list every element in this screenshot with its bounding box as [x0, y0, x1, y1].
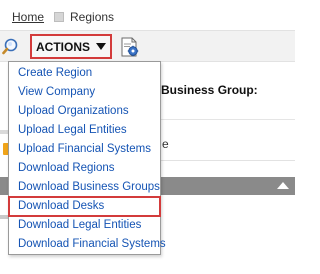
menu-item-download-regions[interactable]: Download Regions: [9, 159, 160, 178]
actions-button[interactable]: ACTIONS: [30, 34, 112, 59]
divider: [156, 160, 295, 161]
breadcrumb-current: Regions: [70, 10, 115, 24]
breadcrumb: Home Regions: [12, 9, 114, 25]
business-group-label: Business Group:: [161, 83, 258, 97]
menu-item-create-region[interactable]: Create Region: [9, 64, 160, 83]
menu-item-upload-financial-systems[interactable]: Upload Financial Systems: [9, 140, 160, 159]
breadcrumb-home-link[interactable]: Home: [12, 10, 44, 24]
actions-menu: Create Region View Company Upload Organi…: [8, 61, 166, 255]
menu-item-download-financial-systems[interactable]: Download Financial Systems: [9, 235, 166, 254]
menu-item-upload-organizations[interactable]: Upload Organizations: [9, 102, 160, 121]
regions-page: Home Regions ACTIONS Business Group: e C…: [0, 0, 295, 274]
menu-item-view-company[interactable]: View Company: [9, 83, 160, 102]
toolbar: ACTIONS: [0, 30, 295, 62]
breadcrumb-separator-icon: [54, 12, 65, 22]
menu-item-download-legal-entities[interactable]: Download Legal Entities: [9, 216, 160, 235]
menu-item-upload-legal-entities[interactable]: Upload Legal Entities: [9, 121, 160, 140]
search-icon[interactable]: [2, 37, 20, 55]
actions-button-label: ACTIONS: [36, 39, 90, 54]
left-edge-element: [0, 215, 8, 219]
left-edge-element: [0, 130, 8, 134]
menu-item-download-business-groups[interactable]: Download Business Groups: [9, 178, 160, 197]
report-settings-icon[interactable]: [119, 36, 141, 58]
partial-text: e: [162, 137, 169, 151]
business-group-field[interactable]: [156, 98, 295, 120]
menu-item-download-desks[interactable]: Download Desks: [8, 196, 161, 217]
caret-down-icon: [96, 43, 106, 50]
collapse-up-icon[interactable]: [277, 182, 289, 189]
